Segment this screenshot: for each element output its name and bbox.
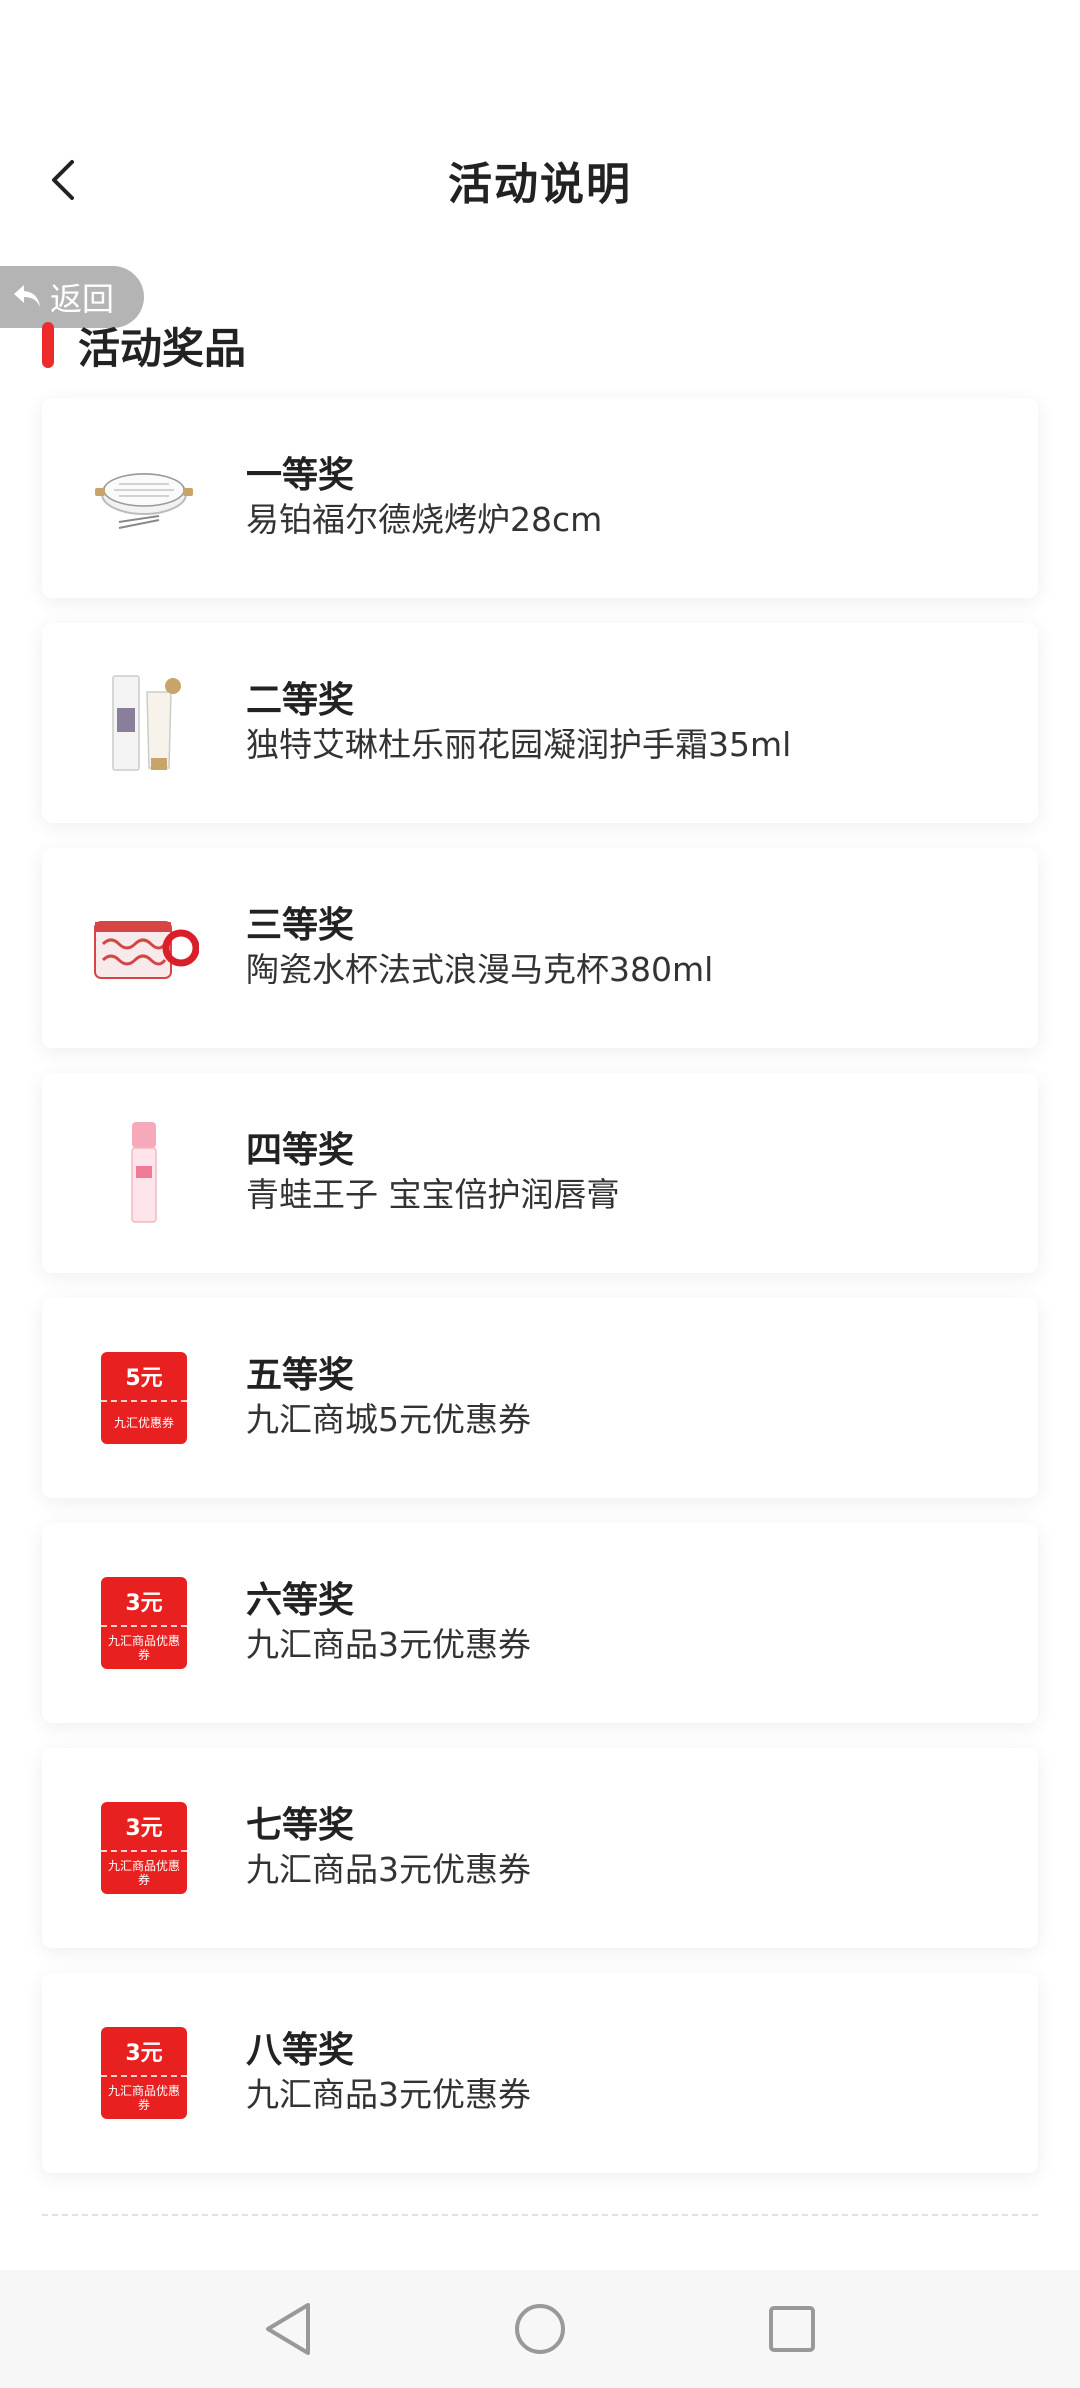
coupon-icon: 3元 九汇商品优惠券: [101, 1577, 187, 1669]
prize-name: 陶瓷水杯法式浪漫马克杯380ml: [246, 950, 714, 989]
prize-name: 易铂福尔德烧烤炉28cm: [246, 500, 603, 539]
prize-list: 一等奖 易铂福尔德烧烤炉28cm 二等奖 独特艾琳杜乐丽花园凝润护手霜35ml: [42, 398, 1038, 2198]
triangle-back-icon[interactable]: [252, 2293, 324, 2365]
prize-card: 3元 九汇商品优惠券 七等奖 九汇商品3元优惠券: [42, 1748, 1038, 1948]
grill-icon: [84, 438, 204, 558]
lip-balm-icon: [84, 1113, 204, 1233]
prize-name: 九汇商品3元优惠券: [246, 2075, 531, 2114]
chevron-left-icon: [52, 160, 74, 200]
prize-card: 三等奖 陶瓷水杯法式浪漫马克杯380ml: [42, 848, 1038, 1048]
coupon-icon: 5元 九汇优惠券: [101, 1352, 187, 1444]
coupon-icon: 3元 九汇商品优惠券: [101, 2027, 187, 2119]
prize-card: 二等奖 独特艾琳杜乐丽花园凝润护手霜35ml: [42, 623, 1038, 823]
circle-home-icon[interactable]: [504, 2293, 576, 2365]
prize-name: 九汇商品3元优惠券: [246, 1625, 531, 1664]
activity-description-page: 活动说明 返回 活动奖品 一等奖 易铂福尔德烧烤炉28cm 二等奖 独特艾琳杜乐…: [0, 0, 1080, 2388]
mug-icon: [84, 888, 204, 1008]
prize-level: 一等奖: [246, 455, 355, 496]
prize-name: 青蛙王子 宝宝倍护润唇膏: [246, 1175, 620, 1214]
section-accent-bar: [42, 322, 54, 368]
prize-level: 五等奖: [246, 1355, 355, 1396]
top-bar: 活动说明: [0, 130, 1080, 230]
prize-level: 六等奖: [246, 1580, 355, 1621]
return-arrow-icon: [12, 283, 42, 311]
coupon-icon: 3元 九汇商品优惠券: [101, 1802, 187, 1894]
hand-cream-icon: [84, 663, 204, 783]
prize-level: 三等奖: [246, 905, 355, 946]
system-navigation-bar: [0, 2270, 1080, 2388]
prize-card: 3元 九汇商品优惠券 六等奖 九汇商品3元优惠券: [42, 1523, 1038, 1723]
return-label: 返回: [50, 280, 115, 318]
prize-level: 七等奖: [246, 1805, 355, 1846]
prize-card: 四等奖 青蛙王子 宝宝倍护润唇膏: [42, 1073, 1038, 1273]
prize-level: 八等奖: [246, 2030, 355, 2071]
page-title: 活动说明: [448, 159, 632, 210]
dashed-divider: [42, 2214, 1038, 2216]
prize-level: 四等奖: [246, 1130, 355, 1171]
prize-level: 二等奖: [246, 680, 355, 721]
square-recents-icon[interactable]: [756, 2293, 828, 2365]
section-title: 活动奖品: [78, 323, 247, 373]
back-button[interactable]: [38, 155, 88, 205]
prize-card: 一等奖 易铂福尔德烧烤炉28cm: [42, 398, 1038, 598]
prize-card: 3元 九汇商品优惠券 八等奖 九汇商品3元优惠券: [42, 1973, 1038, 2173]
prize-name: 独特艾琳杜乐丽花园凝润护手霜35ml: [246, 725, 792, 764]
prize-name: 九汇商城5元优惠券: [246, 1400, 531, 1439]
section-heading: 活动奖品: [42, 318, 246, 373]
prize-name: 九汇商品3元优惠券: [246, 1850, 531, 1889]
prize-card: 5元 九汇优惠券 五等奖 九汇商城5元优惠券: [42, 1298, 1038, 1498]
